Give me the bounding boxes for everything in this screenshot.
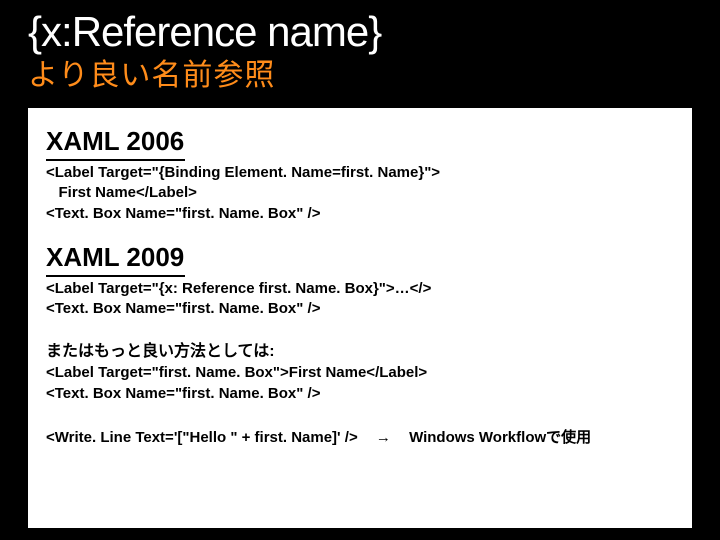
arrow-icon: →: [362, 429, 405, 446]
slide: {x:Reference name} より良い名前参照 XAML 2006 <L…: [0, 0, 720, 540]
code-block-2006: <Label Target="{Binding Element. Name=fi…: [46, 163, 674, 224]
title-english: {x:Reference name}: [28, 8, 692, 56]
content-area: XAML 2006 <Label Target="{Binding Elemen…: [28, 108, 692, 528]
title-japanese: より良い名前参照: [28, 50, 692, 94]
last-line: <Write. Line Text='["Hello " + first. Na…: [46, 426, 674, 447]
heading-xaml-2009: XAML 2009: [46, 242, 674, 277]
workflow-note: Windows Workflowで使用: [409, 429, 591, 446]
alternative-note: またはもっと良い方法としては:: [46, 337, 674, 361]
code-block-alt: <Label Target="first. Name. Box">First N…: [46, 363, 674, 404]
heading-xaml-2006: XAML 2006: [46, 126, 674, 161]
writeline-code: <Write. Line Text='["Hello " + first. Na…: [46, 429, 358, 446]
code-block-2009: <Label Target="{x: Reference first. Name…: [46, 279, 674, 320]
